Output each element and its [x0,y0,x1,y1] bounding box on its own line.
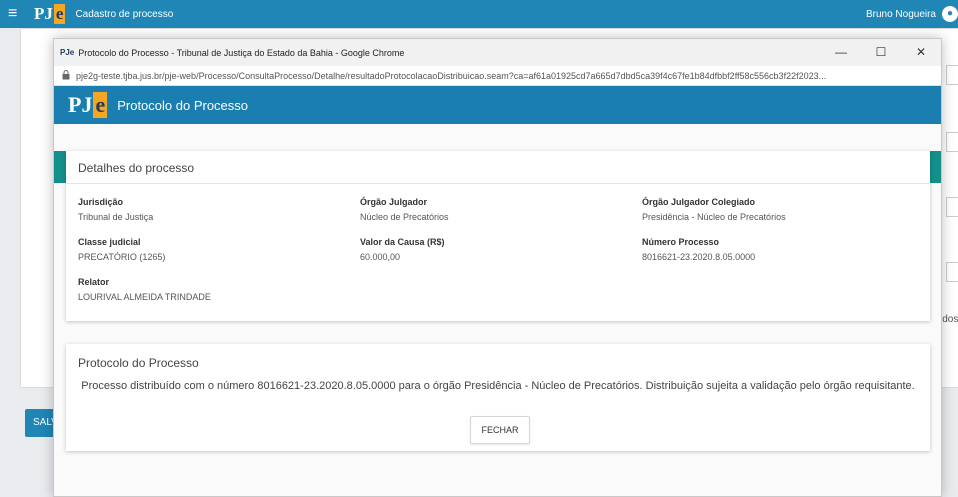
background-label: idos [940,314,958,325]
browser-titlebar: PJe Protocolo do Processo - Tribunal de … [54,39,941,66]
user-icon[interactable]: ● [942,6,958,22]
lock-icon[interactable] [62,69,70,82]
pje-header: PJ e Protocolo do Processo [54,86,941,124]
field-value: Presidência - Núcleo de Precatórios [642,212,786,222]
address-bar[interactable]: pje2g-teste.tjba.jus.br/pje-web/Processo… [54,66,941,86]
background-input[interactable] [946,65,958,85]
page-title: Protocolo do Processo [117,97,249,113]
field-label: Número Processo [642,237,720,247]
window-title: Protocolo do Processo - Tribunal de Just… [78,47,405,58]
field-label: Jurisdição [78,197,124,207]
protocol-message: Processo distribuído com o número 801662… [81,380,915,392]
field-value: 60.000,00 [360,252,401,262]
divider [66,183,930,184]
field-numero-processo: Número Processo 8016621-23.2020.8.05.000… [642,237,755,262]
user-name[interactable]: Bruno Nogueira [866,9,936,20]
menu-icon[interactable]: ≡ [8,6,30,22]
field-relator: Relator LOURIVAL ALMEIDA TRINDADE [78,277,211,302]
background-input[interactable] [946,262,958,282]
browser-popup-window: PJe Protocolo do Processo - Tribunal de … [53,38,942,497]
close-window-button[interactable]: ✕ [901,39,941,66]
pje-logo[interactable]: PJ e [34,4,66,24]
field-label: Valor da Causa (R$) [360,237,445,247]
minimize-button[interactable]: — [821,39,861,66]
field-classe-judicial: Classe judicial PRECATÓRIO (1265) [78,237,165,262]
field-label: Relator [78,277,110,287]
app-title: Cadastro de processo [75,8,174,20]
process-details-card: Detalhes do processo Jurisdição Tribunal… [66,151,930,321]
logo-accent: e [53,4,66,24]
logo-text: PJ [34,4,53,23]
pje-logo: PJ e [68,92,108,118]
field-label: Órgão Julgador Colegiado [642,197,756,207]
background-input[interactable] [946,132,958,152]
field-orgao-julgador: Órgão Julgador Núcleo de Precatórios [360,197,449,222]
background-input[interactable] [946,197,958,217]
pje-favicon: PJe [60,48,75,57]
field-value: PRECATÓRIO (1265) [78,252,166,262]
field-orgao-colegiado: Órgão Julgador Colegiado Presidência - N… [642,197,786,222]
logo-accent: e [93,92,108,118]
field-label: Classe judicial [78,237,141,247]
protocol-result-card: Protocolo do Processo Processo distribuí… [66,344,930,451]
maximize-button[interactable]: ☐ [861,39,901,66]
card-title: Detalhes do processo [78,161,195,175]
field-jurisdicao: Jurisdição Tribunal de Justiça [78,197,153,222]
url-text[interactable]: pje2g-teste.tjba.jus.br/pje-web/Processo… [76,71,936,81]
logo-text: PJ [68,92,93,117]
field-value: LOURIVAL ALMEIDA TRINDADE [78,292,211,302]
field-value: 8016621-23.2020.8.05.0000 [642,252,756,262]
field-value: Tribunal de Justiça [78,212,154,222]
field-label: Órgão Julgador [360,197,428,207]
field-valor-causa: Valor da Causa (R$) 60.000,00 [360,237,445,262]
card-title: Protocolo do Processo [78,356,199,370]
app-topbar: ≡ PJ e Cadastro de processo Bruno Nogueir… [0,0,958,28]
field-value: Núcleo de Precatórios [360,212,449,222]
close-button[interactable]: FECHAR [470,416,530,444]
